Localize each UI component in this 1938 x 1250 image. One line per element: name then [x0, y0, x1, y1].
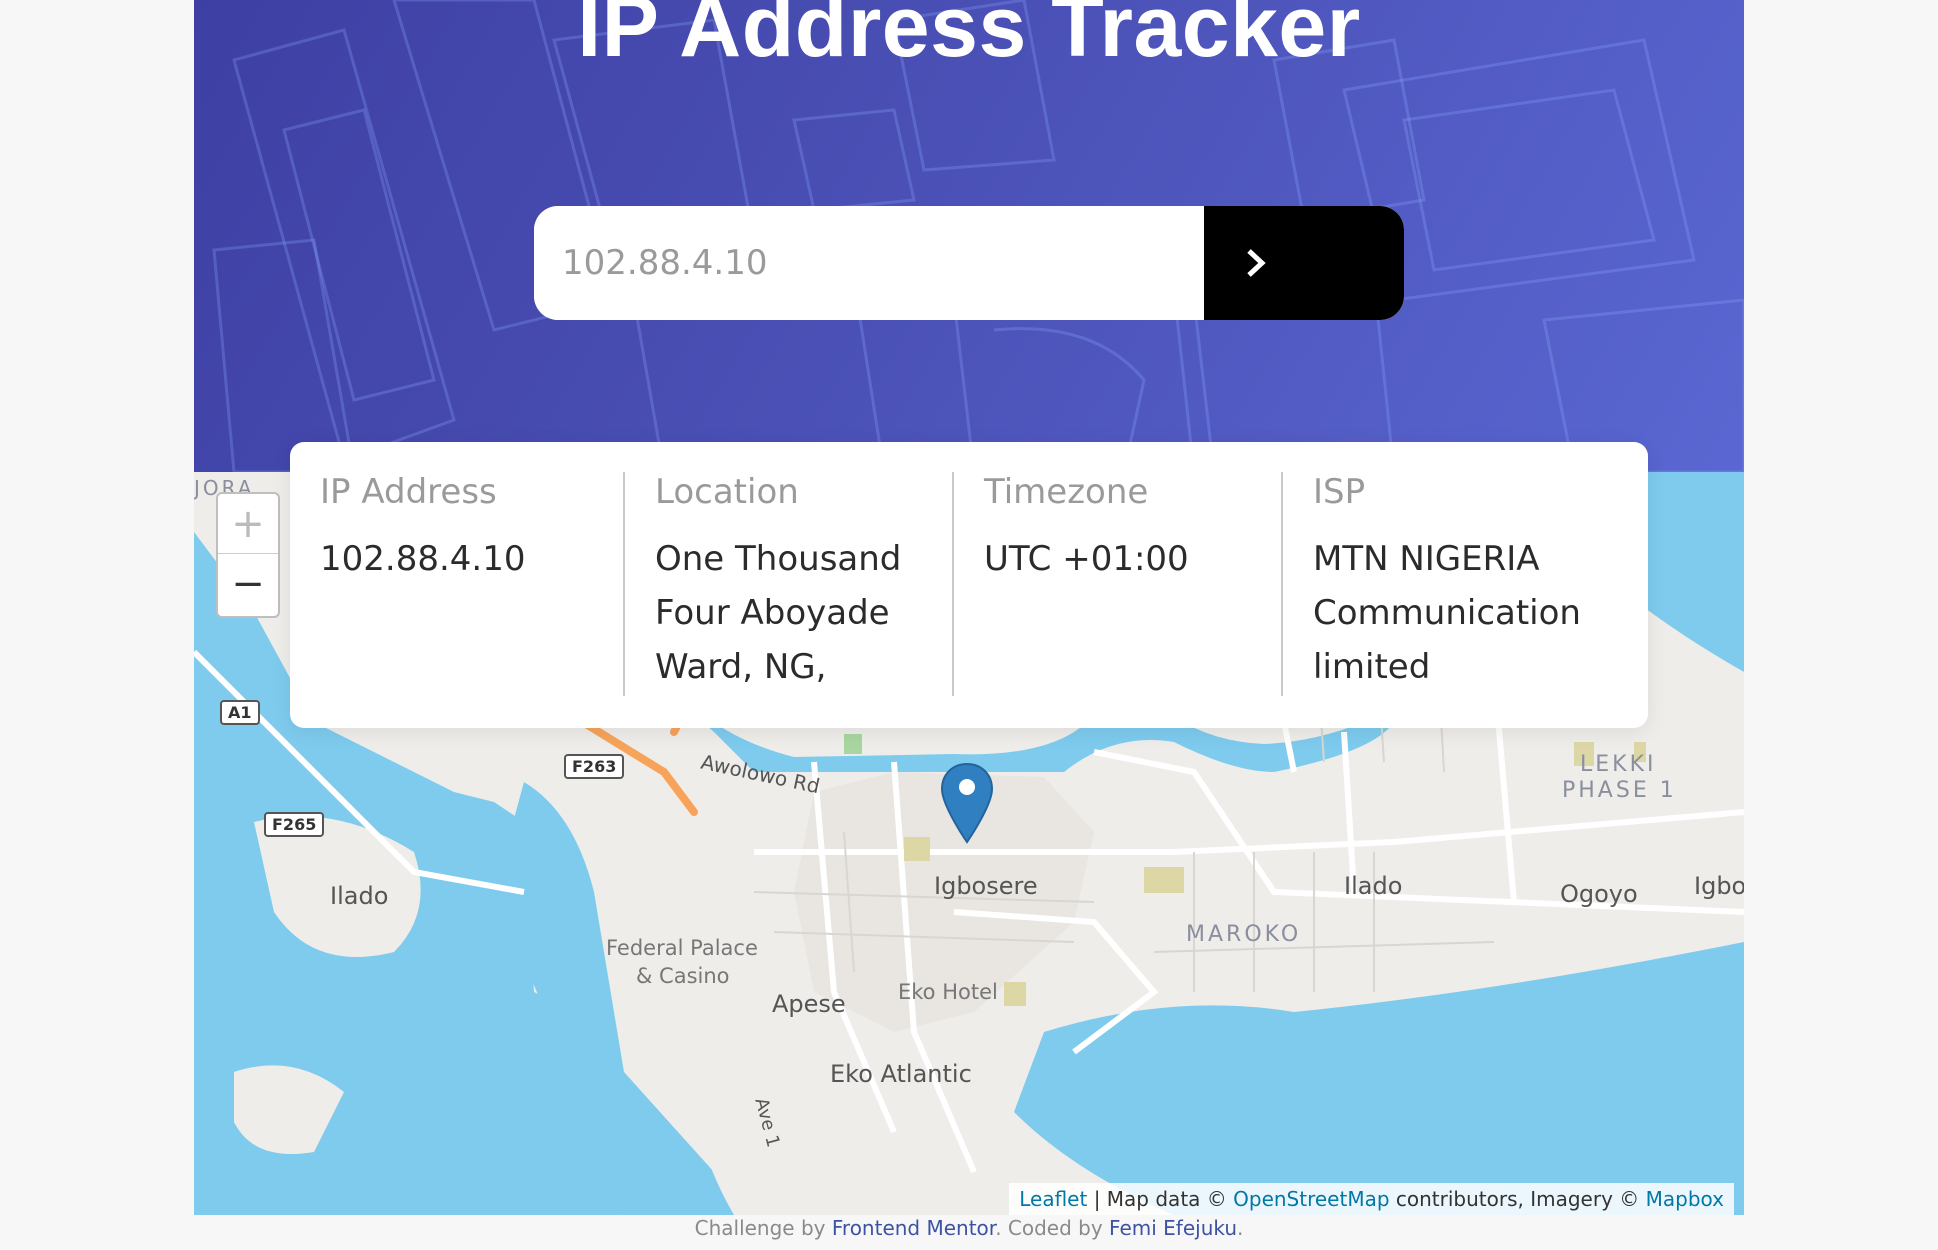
isp-label: ISP: [1313, 472, 1366, 512]
location-value: One Thousand Four Aboyade Ward, NG,: [655, 539, 902, 687]
map-label-federal-1: Federal Palace: [606, 936, 758, 960]
attribution-separator: |: [1087, 1187, 1107, 1211]
map-label-igbo: Igbo: [1694, 872, 1744, 900]
page-title: IP Address Tracker: [577, 0, 1361, 75]
hero-banner: IP Address Tracker: [194, 0, 1744, 472]
map-label-federal-2: & Casino: [636, 964, 730, 988]
timezone-value: UTC +01:00: [984, 539, 1189, 579]
openstreetmap-link[interactable]: OpenStreetMap: [1233, 1187, 1389, 1211]
search-submit-button[interactable]: [1204, 206, 1404, 320]
attribution-contributors: contributors, Imagery ©: [1389, 1187, 1646, 1211]
map-label-igbosere: Igbosere: [934, 872, 1038, 900]
map-label-eko-hotel: Eko Hotel: [898, 980, 998, 1004]
app: IP Address Tracker 102.88.4.10 JORA A1 F…: [194, 0, 1744, 1250]
map-label-maroko: MAROKO: [1186, 922, 1302, 947]
zoom-out-button[interactable]: −: [218, 554, 278, 614]
map-label-eko-atlantic: Eko Atlantic: [830, 1060, 972, 1088]
mapbox-link[interactable]: Mapbox: [1646, 1187, 1724, 1211]
road-badge-f265: F265: [264, 812, 325, 837]
road-badge-f263: F263: [564, 754, 625, 779]
footer-attribution: Challenge by Frontend Mentor. Coded by F…: [194, 1216, 1744, 1240]
ip-search-input[interactable]: [534, 206, 1204, 320]
leaflet-link[interactable]: Leaflet: [1019, 1187, 1087, 1211]
footer-challenge-text: Challenge by: [694, 1216, 832, 1240]
frontend-mentor-link[interactable]: Frontend Mentor: [832, 1216, 995, 1240]
zoom-in-button[interactable]: +: [218, 494, 278, 554]
timezone-label: Timezone: [984, 472, 1149, 512]
map-label-lekki-1: LEKKI: [1580, 752, 1657, 777]
search-form: [534, 206, 1404, 320]
ip-address-value: 102.88.4.10: [320, 539, 526, 579]
isp-value: MTN NIGERIA Communication limited: [1313, 539, 1581, 687]
map-label-lekki-2: PHASE 1: [1562, 778, 1677, 803]
footer-end: .: [1237, 1216, 1244, 1240]
zoom-control: + −: [216, 492, 280, 618]
map-label-ilado-west: Ilado: [330, 882, 389, 910]
chevron-right-icon: [1247, 249, 1266, 277]
map-label-ilado-east: Ilado: [1344, 872, 1403, 900]
ip-address-label: IP Address: [320, 472, 497, 512]
map-label-ogoyo: Ogoyo: [1560, 880, 1638, 908]
map-label-apese: Apese: [772, 990, 846, 1018]
attribution-map-data: Map data ©: [1106, 1187, 1234, 1211]
info-location: Location One Thousand Four Aboyade Ward,…: [623, 472, 953, 696]
info-ip-address: IP Address 102.88.4.10: [290, 472, 620, 696]
info-isp: ISP MTN NIGERIA Communication limited: [1281, 472, 1649, 696]
footer-coded-text: . Coded by: [995, 1216, 1110, 1240]
author-link[interactable]: Femi Efejuku: [1109, 1216, 1237, 1240]
ip-info-card: IP Address 102.88.4.10 Location One Thou…: [290, 442, 1648, 728]
map-attribution: Leaflet | Map data © OpenStreetMap contr…: [1009, 1183, 1734, 1215]
road-badge-a1: A1: [220, 700, 260, 725]
info-timezone: Timezone UTC +01:00: [952, 472, 1282, 696]
location-label: Location: [655, 472, 799, 512]
map-pin-icon[interactable]: [940, 762, 994, 846]
